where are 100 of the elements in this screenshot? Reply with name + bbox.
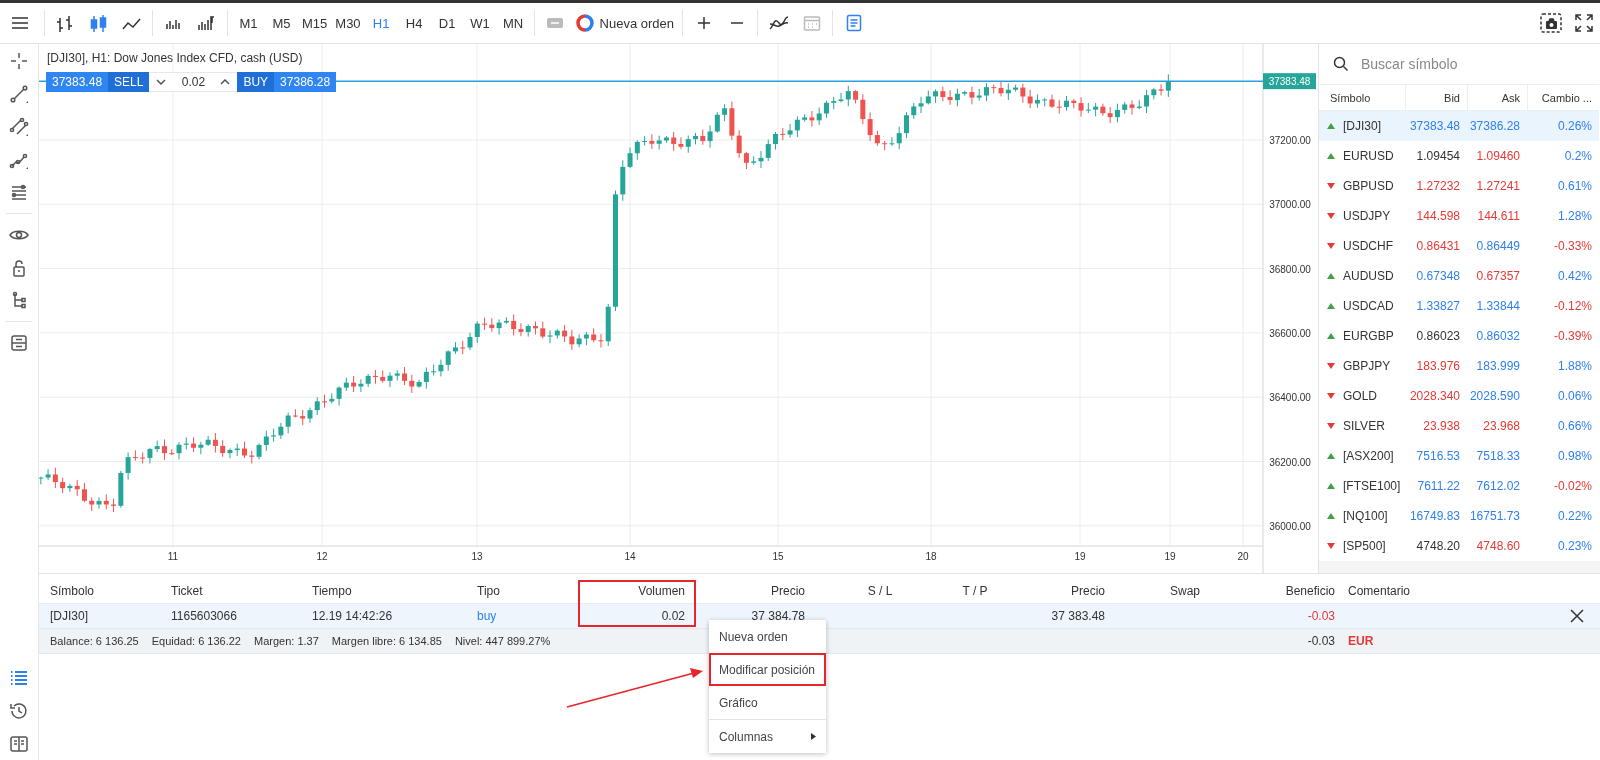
date-axis-label: 15 xyxy=(772,551,784,562)
bid-cell: 37383.48 xyxy=(1405,111,1467,141)
price-axis-label: 36400.00 xyxy=(1269,392,1311,404)
column-header[interactable]: Ticket xyxy=(171,584,203,598)
column-header[interactable]: Swap xyxy=(1170,584,1200,598)
sell-button[interactable]: SELL xyxy=(108,72,150,92)
change-cell-text: 1.88% xyxy=(1556,358,1593,375)
date-axis-label: 19 xyxy=(1164,551,1176,562)
symbol-cell[interactable]: EURUSD xyxy=(1319,141,1405,171)
table-cell-text: buy xyxy=(477,608,498,625)
bid-cell-text: 2028.340 xyxy=(1408,388,1461,405)
timeframe-button[interactable]: M1 xyxy=(232,6,265,40)
ask-cell-text: 4748.60 xyxy=(1475,538,1521,555)
bid-cell-text: 183.976 xyxy=(1415,358,1461,375)
chart-title: [DJI30], H1: Dow Jones Index CFD, cash (USD) xyxy=(47,51,303,65)
price-axis-label: 36200.00 xyxy=(1269,456,1311,468)
column-header[interactable]: Volumen xyxy=(638,584,685,598)
price-axis-label: 36600.00 xyxy=(1269,327,1311,339)
bid-cell-text: 4748.20 xyxy=(1415,538,1461,555)
column-header[interactable]: Beneficio xyxy=(1285,584,1335,598)
symbol-cell[interactable]: [NQ100] xyxy=(1319,501,1405,531)
change-cell-text: 0.66% xyxy=(1556,418,1593,435)
account-summary-text: Margen: 1.37 xyxy=(254,635,319,647)
date-axis-label: 20 xyxy=(1237,551,1249,562)
column-header[interactable]: Símbolo xyxy=(50,584,95,598)
timeframe-button[interactable]: H4 xyxy=(397,6,431,40)
date-axis-label: 13 xyxy=(471,551,483,562)
buy-price-button[interactable]: 37386.28 xyxy=(274,72,337,92)
timeframe-button[interactable]: M15 xyxy=(298,6,332,40)
table-row[interactable]: [DJI30] 1165603066 12.19 14:42:26 buy 0.02 37 384.78 37 383.48 -0.03 xyxy=(39,603,1600,628)
date-axis-label: 11 xyxy=(167,551,179,562)
bid-cell-text: 0.86431 xyxy=(1415,238,1461,255)
column-header[interactable]: Precio xyxy=(771,584,805,598)
ask-cell-text: 183.999 xyxy=(1475,358,1521,375)
sell-price-button[interactable]: 37383.48 xyxy=(46,72,109,92)
change-cell-text: 1.28% xyxy=(1556,208,1593,225)
date-axis-label: 18 xyxy=(925,551,937,562)
ask-cell-text: 16751.73 xyxy=(1468,508,1521,525)
current-price-tag: 37383.48 xyxy=(1263,73,1316,90)
menu-item[interactable]: Modificar posición xyxy=(709,653,826,686)
symbol-cell[interactable]: [SP500] xyxy=(1319,531,1405,561)
symbol-cell[interactable]: SILVER xyxy=(1319,411,1405,441)
volume-value: 0.02 xyxy=(180,75,207,89)
symbol-cell[interactable]: GBPJPY xyxy=(1319,351,1405,381)
buy-button[interactable]: BUY xyxy=(237,72,275,92)
price-axis-label: 37000.00 xyxy=(1269,199,1311,211)
timeframe-button[interactable]: M30 xyxy=(331,6,365,40)
change-cell-text: 0.2% xyxy=(1563,148,1593,165)
change-cell-text: -0.12% xyxy=(1552,298,1593,315)
symbol-cell[interactable]: [ASX200] xyxy=(1319,441,1405,471)
ask-cell-text: 0.67357 xyxy=(1475,268,1521,285)
bid-cell-text: 23.938 xyxy=(1422,418,1461,435)
bid-cell-text: 16749.83 xyxy=(1408,508,1461,525)
symbol-cell[interactable]: [FTSE100] xyxy=(1319,471,1405,501)
column-header[interactable]: Tiempo xyxy=(312,584,352,598)
symbol-cell[interactable]: [DJI30] xyxy=(1319,111,1405,141)
column-header[interactable]: Comentario xyxy=(1348,584,1411,598)
timeframe-button[interactable]: MN xyxy=(496,6,530,40)
ask-cell-text: 0.86449 xyxy=(1475,238,1521,255)
total-profit: -0.03 xyxy=(1306,633,1335,650)
new-order-button[interactable]: Nueva orden xyxy=(571,6,679,40)
column-header[interactable]: T / P xyxy=(962,584,988,598)
table-cell-text: 12.19 14:42:26 xyxy=(312,608,394,625)
symbol-cell[interactable]: GOLD xyxy=(1319,381,1405,411)
price-axis-label: 36000.00 xyxy=(1269,520,1311,532)
menu-item[interactable]: Columnas xyxy=(709,720,826,753)
change-cell-text: 0.61% xyxy=(1556,178,1593,195)
ask-cell-text: 1.33844 xyxy=(1475,298,1521,315)
timeframe-button[interactable]: W1 xyxy=(463,6,497,40)
symbol-cell[interactable]: GBPUSD xyxy=(1319,171,1405,201)
symbol-cell[interactable]: USDCHF xyxy=(1319,231,1405,261)
change-cell-text: 0.98% xyxy=(1556,448,1593,465)
symbol-cell[interactable]: USDJPY xyxy=(1319,201,1405,231)
account-summary-text: Margen libre: 6 134.85 xyxy=(331,635,442,647)
search-box[interactable]: Buscar símbolo xyxy=(1319,44,1600,84)
ask-cell-text: 1.27241 xyxy=(1475,178,1521,195)
symbol-cell[interactable]: AUDUSD xyxy=(1319,261,1405,291)
bid-cell-text: 7516.53 xyxy=(1415,448,1461,465)
symbol-cell[interactable]: USDCAD xyxy=(1319,291,1405,321)
column-header[interactable]: Tipo xyxy=(477,584,500,598)
change-cell-text: -0.39% xyxy=(1552,328,1593,345)
column-header[interactable]: Precio xyxy=(1071,584,1105,598)
symbol-cell[interactable]: EURGBP xyxy=(1319,321,1405,351)
account-summary-text: Balance: 6 136.25 xyxy=(50,635,139,647)
bid-cell-text: 1.27232 xyxy=(1415,178,1461,195)
timeframe-button[interactable]: M5 xyxy=(265,6,298,40)
timeframe-button[interactable]: H1 xyxy=(364,6,398,40)
price-axis-label: 36800.00 xyxy=(1269,263,1311,275)
ask-cell: 37386.28 xyxy=(1467,111,1527,141)
ask-cell-text: 1.09460 xyxy=(1475,148,1521,165)
date-axis-label: 12 xyxy=(316,551,328,562)
change-cell-text: 0.22% xyxy=(1556,508,1593,525)
menu-item[interactable]: Gráfico xyxy=(709,686,826,719)
ask-cell-text: 144.611 xyxy=(1476,208,1521,225)
bid-cell-text: 0.86023 xyxy=(1415,328,1461,345)
timeframe-button[interactable]: D1 xyxy=(430,6,464,40)
table-cell-text: 1165603066 xyxy=(171,608,238,625)
bid-cell-text: 7611.22 xyxy=(1416,478,1461,495)
column-header[interactable]: S / L xyxy=(867,584,893,598)
search-field[interactable]: Buscar símbolo xyxy=(1359,55,1563,73)
